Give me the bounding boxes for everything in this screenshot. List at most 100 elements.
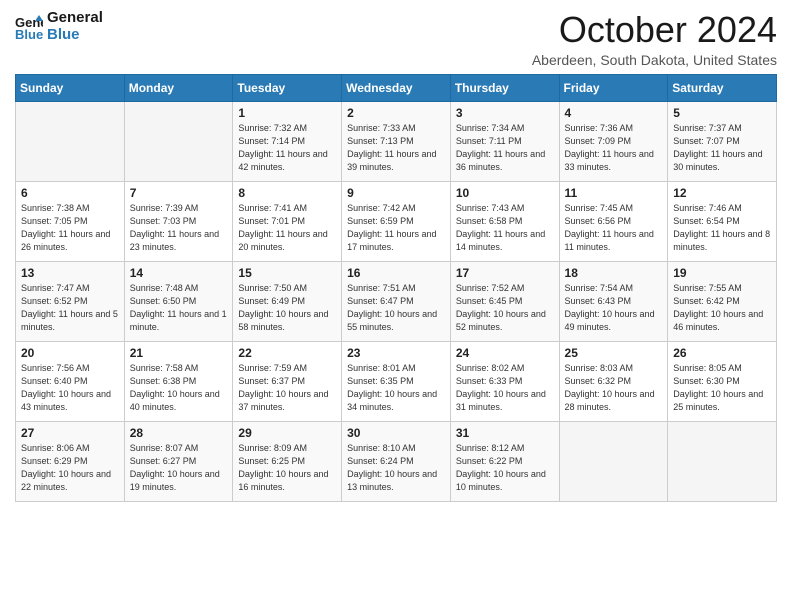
- day-number: 29: [238, 426, 336, 440]
- day-cell: 17Sunrise: 7:52 AM Sunset: 6:45 PM Dayli…: [450, 261, 559, 341]
- day-info: Sunrise: 7:59 AM Sunset: 6:37 PM Dayligh…: [238, 362, 336, 414]
- day-cell: 15 Sunrise: 7:50 AM Sunset: 6:49 PM Dayli…: [233, 261, 342, 341]
- day-number: 31: [456, 426, 554, 440]
- day-cell: 3Sunrise: 7:34 AM Sunset: 7:11 PM Daylig…: [450, 101, 559, 181]
- day-cell: 19 Sunrise: 7:55 AM Sunset: 6:42 PM Dayli…: [668, 261, 777, 341]
- day-info: Sunrise: 7:51 AM Sunset: 6:47 PM Dayligh…: [347, 282, 445, 334]
- day-info: Sunrise: 7:50 AM Sunset: 6:49 PM Dayligh…: [238, 282, 336, 334]
- logo: General Blue General Blue: [15, 10, 103, 43]
- day-info: Sunrise: 7:34 AM Sunset: 7:11 PM Dayligh…: [456, 122, 554, 174]
- day-info: Sunrise: 8:12 AM Sunset: 6:22 PM Dayligh…: [456, 442, 554, 494]
- day-cell: 25 Sunrise: 8:03 AM Sunset: 6:32 PM Dayli…: [559, 341, 668, 421]
- day-cell: 23Sunrise: 8:01 AM Sunset: 6:35 PM Dayli…: [342, 341, 451, 421]
- week-row-2: 6Sunrise: 7:38 AM Sunset: 7:05 PM Daylig…: [16, 181, 777, 261]
- day-cell: 24 Sunrise: 8:02 AM Sunset: 6:33 PM Dayli…: [450, 341, 559, 421]
- day-cell: 6Sunrise: 7:38 AM Sunset: 7:05 PM Daylig…: [16, 181, 125, 261]
- day-info: Sunrise: 8:02 AM Sunset: 6:33 PM Dayligh…: [456, 362, 554, 414]
- day-info: Sunrise: 7:41 AM Sunset: 7:01 PM Dayligh…: [238, 202, 336, 254]
- day-info: Sunrise: 7:45 AM Sunset: 6:56 PM Dayligh…: [565, 202, 663, 254]
- day-number: 12: [673, 186, 771, 200]
- day-number: 16: [347, 266, 445, 280]
- day-number: 14: [130, 266, 228, 280]
- day-cell: 4 Sunrise: 7:36 AM Sunset: 7:09 PM Daylig…: [559, 101, 668, 181]
- day-info: Sunrise: 7:56 AM Sunset: 6:40 PM Dayligh…: [21, 362, 119, 414]
- week-row-1: 1 Sunrise: 7:32 AM Sunset: 7:14 PM Daylig…: [16, 101, 777, 181]
- day-cell: 30 Sunrise: 8:10 AM Sunset: 6:24 PM Dayli…: [342, 421, 451, 501]
- day-cell: 8Sunrise: 7:41 AM Sunset: 7:01 PM Daylig…: [233, 181, 342, 261]
- day-cell: [559, 421, 668, 501]
- day-number: 1: [238, 106, 336, 120]
- col-header-wednesday: Wednesday: [342, 74, 451, 101]
- day-number: 27: [21, 426, 119, 440]
- day-info: Sunrise: 8:03 AM Sunset: 6:32 PM Dayligh…: [565, 362, 663, 414]
- col-header-tuesday: Tuesday: [233, 74, 342, 101]
- day-number: 30: [347, 426, 445, 440]
- day-cell: 29 Sunrise: 8:09 AM Sunset: 6:25 PM Dayli…: [233, 421, 342, 501]
- day-number: 23: [347, 346, 445, 360]
- day-info: Sunrise: 8:09 AM Sunset: 6:25 PM Dayligh…: [238, 442, 336, 494]
- day-cell: 21Sunrise: 7:58 AM Sunset: 6:38 PM Dayli…: [124, 341, 233, 421]
- week-row-3: 13 Sunrise: 7:47 AM Sunset: 6:52 PM Dayli…: [16, 261, 777, 341]
- day-cell: 12 Sunrise: 7:46 AM Sunset: 6:54 PM Dayli…: [668, 181, 777, 261]
- calendar-title: October 2024: [532, 10, 777, 50]
- day-number: 18: [565, 266, 663, 280]
- logo-general: General: [47, 10, 103, 27]
- day-cell: 7Sunrise: 7:39 AM Sunset: 7:03 PM Daylig…: [124, 181, 233, 261]
- col-header-saturday: Saturday: [668, 74, 777, 101]
- calendar-page: General Blue General Blue October 2024 A…: [0, 0, 792, 612]
- day-number: 2: [347, 106, 445, 120]
- day-number: 13: [21, 266, 119, 280]
- day-number: 26: [673, 346, 771, 360]
- day-number: 5: [673, 106, 771, 120]
- day-cell: 5Sunrise: 7:37 AM Sunset: 7:07 PM Daylig…: [668, 101, 777, 181]
- col-header-monday: Monday: [124, 74, 233, 101]
- day-info: Sunrise: 7:52 AM Sunset: 6:45 PM Dayligh…: [456, 282, 554, 334]
- day-number: 15: [238, 266, 336, 280]
- calendar-table: SundayMondayTuesdayWednesdayThursdayFrid…: [15, 74, 777, 502]
- title-block: October 2024 Aberdeen, South Dakota, Uni…: [532, 10, 777, 68]
- day-cell: 20 Sunrise: 7:56 AM Sunset: 6:40 PM Dayli…: [16, 341, 125, 421]
- day-number: 28: [130, 426, 228, 440]
- day-info: Sunrise: 8:10 AM Sunset: 6:24 PM Dayligh…: [347, 442, 445, 494]
- day-info: Sunrise: 7:32 AM Sunset: 7:14 PM Dayligh…: [238, 122, 336, 174]
- day-cell: 13 Sunrise: 7:47 AM Sunset: 6:52 PM Dayli…: [16, 261, 125, 341]
- col-header-friday: Friday: [559, 74, 668, 101]
- week-row-5: 27 Sunrise: 8:06 AM Sunset: 6:29 PM Dayli…: [16, 421, 777, 501]
- col-header-sunday: Sunday: [16, 74, 125, 101]
- day-number: 22: [238, 346, 336, 360]
- day-info: Sunrise: 7:54 AM Sunset: 6:43 PM Dayligh…: [565, 282, 663, 334]
- day-cell: 28Sunrise: 8:07 AM Sunset: 6:27 PM Dayli…: [124, 421, 233, 501]
- logo-blue: Blue: [47, 27, 103, 44]
- day-cell: 26 Sunrise: 8:05 AM Sunset: 6:30 PM Dayli…: [668, 341, 777, 421]
- day-number: 10: [456, 186, 554, 200]
- day-number: 25: [565, 346, 663, 360]
- day-info: Sunrise: 7:47 AM Sunset: 6:52 PM Dayligh…: [21, 282, 119, 334]
- day-info: Sunrise: 7:39 AM Sunset: 7:03 PM Dayligh…: [130, 202, 228, 254]
- day-cell: 18 Sunrise: 7:54 AM Sunset: 6:43 PM Dayli…: [559, 261, 668, 341]
- day-info: Sunrise: 7:58 AM Sunset: 6:38 PM Dayligh…: [130, 362, 228, 414]
- day-cell: 1 Sunrise: 7:32 AM Sunset: 7:14 PM Daylig…: [233, 101, 342, 181]
- day-info: Sunrise: 7:42 AM Sunset: 6:59 PM Dayligh…: [347, 202, 445, 254]
- day-cell: 2Sunrise: 7:33 AM Sunset: 7:13 PM Daylig…: [342, 101, 451, 181]
- day-number: 20: [21, 346, 119, 360]
- day-info: Sunrise: 7:36 AM Sunset: 7:09 PM Dayligh…: [565, 122, 663, 174]
- day-number: 24: [456, 346, 554, 360]
- day-number: 6: [21, 186, 119, 200]
- day-cell: 27 Sunrise: 8:06 AM Sunset: 6:29 PM Dayli…: [16, 421, 125, 501]
- day-info: Sunrise: 8:06 AM Sunset: 6:29 PM Dayligh…: [21, 442, 119, 494]
- day-info: Sunrise: 7:55 AM Sunset: 6:42 PM Dayligh…: [673, 282, 771, 334]
- week-row-4: 20 Sunrise: 7:56 AM Sunset: 6:40 PM Dayli…: [16, 341, 777, 421]
- day-number: 19: [673, 266, 771, 280]
- day-cell: [124, 101, 233, 181]
- svg-text:Blue: Blue: [15, 27, 43, 41]
- day-number: 4: [565, 106, 663, 120]
- day-info: Sunrise: 7:48 AM Sunset: 6:50 PM Dayligh…: [130, 282, 228, 334]
- day-number: 9: [347, 186, 445, 200]
- day-cell: 16 Sunrise: 7:51 AM Sunset: 6:47 PM Dayli…: [342, 261, 451, 341]
- day-info: Sunrise: 8:05 AM Sunset: 6:30 PM Dayligh…: [673, 362, 771, 414]
- day-cell: 10Sunrise: 7:43 AM Sunset: 6:58 PM Dayli…: [450, 181, 559, 261]
- day-cell: 31 Sunrise: 8:12 AM Sunset: 6:22 PM Dayli…: [450, 421, 559, 501]
- calendar-subtitle: Aberdeen, South Dakota, United States: [532, 52, 777, 68]
- day-cell: 9 Sunrise: 7:42 AM Sunset: 6:59 PM Daylig…: [342, 181, 451, 261]
- day-info: Sunrise: 7:46 AM Sunset: 6:54 PM Dayligh…: [673, 202, 771, 254]
